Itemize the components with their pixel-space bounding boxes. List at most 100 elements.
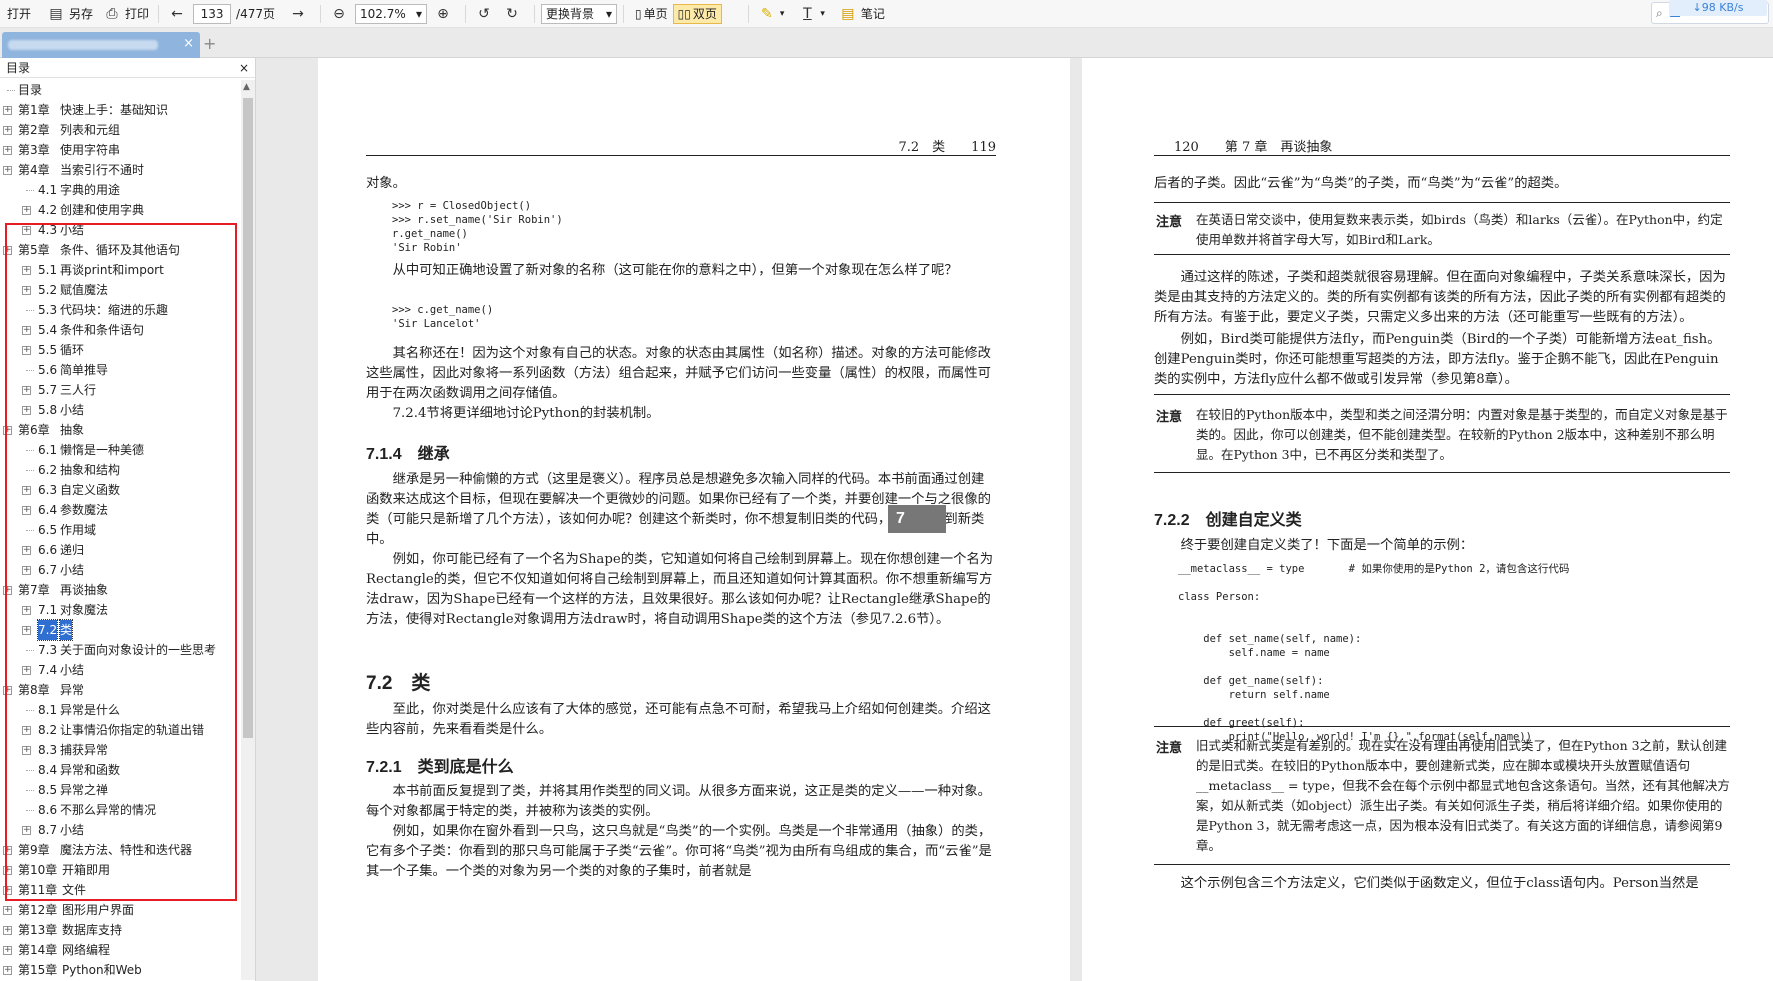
- expand-icon[interactable]: +: [22, 506, 31, 515]
- add-tab-button[interactable]: +: [203, 34, 216, 53]
- toc-item[interactable]: +第12章图形用户界面: [0, 900, 240, 920]
- scrollbar[interactable]: ▲: [241, 80, 255, 980]
- toc-item[interactable]: +第6章抽象: [0, 420, 240, 440]
- open-button[interactable]: 打开: [4, 3, 34, 25]
- expand-icon[interactable]: +: [22, 726, 31, 735]
- prev-page-button[interactable]: ←: [165, 3, 193, 25]
- expand-icon[interactable]: +: [22, 746, 31, 755]
- expand-icon[interactable]: +: [3, 846, 12, 855]
- expand-icon[interactable]: +: [3, 926, 12, 935]
- toc-item[interactable]: +5.5循环: [0, 340, 240, 360]
- expand-icon[interactable]: +: [22, 406, 31, 415]
- toc-item[interactable]: +7.4小结: [0, 660, 240, 680]
- document-tab[interactable]: ×: [2, 32, 200, 58]
- toc-item[interactable]: 6.5作用域: [0, 520, 240, 540]
- toc-item[interactable]: 7.3关于面向对象设计的一些思考: [0, 640, 240, 660]
- toc-item[interactable]: +7.2类: [0, 620, 240, 640]
- save-as-button[interactable]: ▤ 另存: [44, 3, 96, 25]
- single-page-button[interactable]: ▯ 单页: [630, 4, 673, 24]
- close-icon[interactable]: ×: [239, 61, 249, 75]
- zoom-out-button[interactable]: ⊖: [327, 3, 355, 25]
- highlighter-button[interactable]: ✎ ▾: [755, 3, 788, 25]
- expand-icon[interactable]: +: [3, 586, 12, 595]
- toc-item[interactable]: +第15章Python和Web: [0, 960, 240, 980]
- toc-item[interactable]: 5.6简单推导: [0, 360, 240, 380]
- expand-icon[interactable]: +: [22, 266, 31, 275]
- toc-item[interactable]: 8.4异常和函数: [0, 760, 240, 780]
- expand-icon[interactable]: +: [3, 246, 12, 255]
- toc-item[interactable]: +第10章开箱即用: [0, 860, 240, 880]
- toc-item[interactable]: +第5章条件、循环及其他语句: [0, 240, 240, 260]
- expand-icon[interactable]: +: [22, 226, 31, 235]
- toc-item[interactable]: +6.4参数魔法: [0, 500, 240, 520]
- toc-item[interactable]: +6.7小结: [0, 560, 240, 580]
- toc-item[interactable]: +第3章使用字符串: [0, 140, 240, 160]
- expand-icon[interactable]: +: [22, 566, 31, 575]
- rotate-left-button[interactable]: ↺: [472, 3, 500, 25]
- background-select[interactable]: 更换背景 ▾: [541, 4, 617, 24]
- print-button[interactable]: ⎙ 打印: [100, 3, 152, 25]
- expand-icon[interactable]: +: [3, 166, 12, 175]
- close-icon[interactable]: ×: [183, 36, 194, 51]
- expand-icon[interactable]: +: [22, 346, 31, 355]
- expand-icon[interactable]: +: [3, 426, 12, 435]
- toc-item[interactable]: +6.3自定义函数: [0, 480, 240, 500]
- toc-item[interactable]: +4.3小结: [0, 220, 240, 240]
- toc-item[interactable]: +第14章网络编程: [0, 940, 240, 960]
- toc-item[interactable]: 5.3代码块：缩进的乐趣: [0, 300, 240, 320]
- toc-item[interactable]: 8.5异常之禅: [0, 780, 240, 800]
- next-page-button[interactable]: →: [286, 3, 314, 25]
- toc-item[interactable]: +8.3捕获异常: [0, 740, 240, 760]
- notes-button[interactable]: ▤ 笔记: [836, 3, 888, 25]
- expand-icon[interactable]: +: [22, 626, 31, 635]
- toc-item[interactable]: +第8章异常: [0, 680, 240, 700]
- expand-icon[interactable]: +: [22, 546, 31, 555]
- text-underline-button[interactable]: T ▾: [795, 3, 828, 25]
- toc-item[interactable]: +5.7三人行: [0, 380, 240, 400]
- toc-item[interactable]: +6.6递归: [0, 540, 240, 560]
- expand-icon[interactable]: +: [22, 326, 31, 335]
- toc-item[interactable]: 6.2抽象和结构: [0, 460, 240, 480]
- expand-icon[interactable]: +: [22, 206, 31, 215]
- expand-icon[interactable]: +: [3, 866, 12, 875]
- toc-item[interactable]: 8.6不那么异常的情况: [0, 800, 240, 820]
- expand-icon[interactable]: +: [22, 666, 31, 675]
- toc-item[interactable]: +第1章快速上手：基础知识: [0, 100, 240, 120]
- toc-item[interactable]: +5.2赋值魔法: [0, 280, 240, 300]
- page-number-input[interactable]: 133: [193, 4, 231, 24]
- toc-item[interactable]: 4.1字典的用途: [0, 180, 240, 200]
- toc-item[interactable]: +第13章数据库支持: [0, 920, 240, 940]
- expand-icon[interactable]: +: [22, 486, 31, 495]
- toc-item[interactable]: 8.1异常是什么: [0, 700, 240, 720]
- toc-item[interactable]: 6.1懒惰是一种美德: [0, 440, 240, 460]
- zoom-select[interactable]: 102.7% ▾: [355, 4, 427, 24]
- toc-item[interactable]: +7.1对象魔法: [0, 600, 240, 620]
- expand-icon[interactable]: +: [22, 286, 31, 295]
- double-page-button[interactable]: ▯▯ 双页: [673, 4, 722, 24]
- expand-icon[interactable]: +: [22, 606, 31, 615]
- scrollbar-thumb[interactable]: [243, 98, 253, 738]
- toc-item[interactable]: +5.4条件和条件语句: [0, 320, 240, 340]
- toc-item[interactable]: 目录: [0, 80, 240, 100]
- expand-icon[interactable]: +: [3, 126, 12, 135]
- expand-icon[interactable]: +: [3, 686, 12, 695]
- toc-item[interactable]: +4.2创建和使用字典: [0, 200, 240, 220]
- expand-icon[interactable]: +: [22, 386, 31, 395]
- scroll-up-icon[interactable]: ▲: [243, 82, 250, 92]
- toc-item[interactable]: +5.8小结: [0, 400, 240, 420]
- rotate-right-button[interactable]: ↻: [500, 3, 528, 25]
- expand-icon[interactable]: +: [3, 106, 12, 115]
- expand-icon[interactable]: +: [3, 966, 12, 975]
- toc-item[interactable]: +8.2让事情沿你指定的轨道出错: [0, 720, 240, 740]
- toc-item[interactable]: +第11章文件: [0, 880, 240, 900]
- expand-icon[interactable]: +: [3, 946, 12, 955]
- expand-icon[interactable]: +: [3, 906, 12, 915]
- expand-icon[interactable]: +: [22, 826, 31, 835]
- toc-item[interactable]: +第4章当索引行不通时: [0, 160, 240, 180]
- expand-icon[interactable]: +: [3, 886, 12, 895]
- expand-icon[interactable]: +: [3, 146, 12, 155]
- toc-item[interactable]: +第9章魔法方法、特性和迭代器: [0, 840, 240, 860]
- toc-item[interactable]: +5.1再谈print和import: [0, 260, 240, 280]
- zoom-in-button[interactable]: ⊕: [431, 3, 459, 25]
- toc-item[interactable]: +第2章列表和元组: [0, 120, 240, 140]
